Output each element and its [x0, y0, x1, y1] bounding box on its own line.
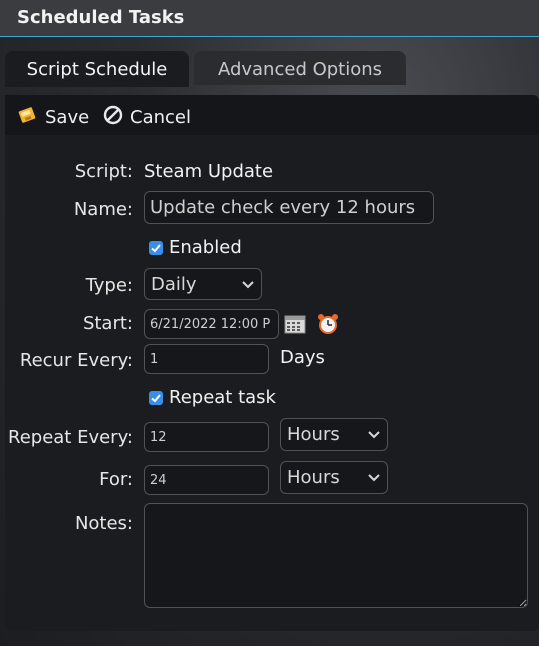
enabled-checkbox[interactable]: Enabled — [149, 237, 242, 258]
save-label: Save — [45, 107, 90, 128]
tab-advanced-options[interactable]: Advanced Options — [194, 51, 406, 85]
save-button[interactable]: Save — [17, 104, 89, 131]
chevron-down-icon — [241, 274, 255, 295]
repeat-check-icon — [149, 390, 163, 405]
recur-every-label: Recur Every: — [19, 350, 133, 371]
for-unit-value: Hours — [287, 467, 340, 488]
cancel-icon — [102, 104, 124, 131]
cancel-label: Cancel — [130, 107, 191, 128]
enabled-label: Enabled — [169, 237, 242, 258]
title-bar: Scheduled Tasks — [0, 0, 539, 37]
repeat-unit-select[interactable]: Hours — [280, 418, 388, 451]
alarm-clock-icon[interactable] — [316, 312, 340, 340]
tab-script-schedule[interactable]: Script Schedule — [5, 51, 189, 87]
window-title: Scheduled Tasks — [17, 7, 185, 28]
chevron-down-icon — [367, 424, 381, 445]
repeat-every-label: Repeat Every: — [8, 427, 133, 448]
chevron-down-icon — [367, 467, 381, 488]
start-label: Start: — [82, 313, 133, 334]
recur-every-input[interactable] — [144, 344, 269, 374]
start-datetime-input[interactable] — [144, 309, 279, 339]
name-label: Name: — [73, 199, 133, 220]
repeat-task-label: Repeat task — [169, 387, 276, 408]
recur-unit: Days — [280, 347, 325, 368]
for-unit-select[interactable]: Hours — [280, 461, 388, 494]
repeat-unit-value: Hours — [287, 424, 340, 445]
notes-label: Notes: — [74, 513, 133, 534]
cancel-button[interactable]: Cancel — [102, 104, 191, 131]
for-input[interactable] — [144, 465, 269, 495]
notes-textarea[interactable] — [144, 503, 528, 608]
for-label: For: — [99, 469, 133, 490]
script-value: Steam Update — [144, 161, 274, 182]
toolbar: Save Cancel — [5, 95, 539, 135]
calendar-icon[interactable] — [284, 314, 306, 338]
save-icon — [17, 104, 39, 131]
type-select[interactable]: Daily — [144, 268, 262, 300]
name-input[interactable] — [144, 191, 434, 224]
repeat-task-checkbox[interactable]: Repeat task — [149, 387, 276, 408]
enabled-check-icon — [149, 240, 163, 255]
script-label: Script: — [74, 161, 133, 182]
type-label: Type: — [85, 275, 133, 296]
type-value: Daily — [151, 273, 197, 295]
repeat-every-input[interactable] — [144, 422, 269, 452]
